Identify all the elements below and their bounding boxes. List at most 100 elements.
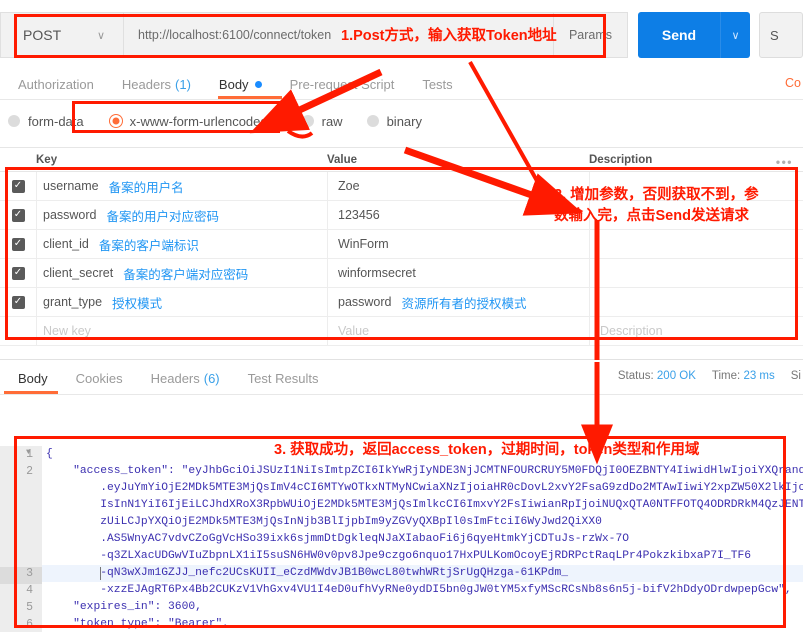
- row-checkbox[interactable]: ✓: [0, 237, 36, 251]
- row-key-annotation: 授权模式: [112, 296, 163, 311]
- tab-authorization-label: Authorization: [18, 76, 94, 92]
- table-row[interactable]: ✓ client_id 备案的客户端标识 WinForm: [0, 230, 803, 259]
- row-value-cell[interactable]: 123456: [327, 201, 589, 229]
- check-icon: ✓: [11, 266, 25, 280]
- radio-icon: [8, 115, 20, 127]
- column-header-value: Value: [327, 154, 358, 166]
- row-key-text: username: [43, 179, 99, 193]
- row-key-cell[interactable]: grant_type 授权模式: [36, 288, 327, 316]
- save-request-button[interactable]: S: [759, 12, 803, 58]
- code-link[interactable]: Co: [785, 76, 801, 90]
- tab-authorization[interactable]: Authorization: [4, 68, 108, 100]
- row-value-text: winformsecret: [338, 266, 416, 280]
- code-line-2c: IsInN1YiI6IjEiLCJhdXRoX3RpbWUiOjE2MDk5MT…: [46, 499, 803, 511]
- request-url-value: http://localhost:6100/connect/token: [138, 28, 332, 42]
- params-button[interactable]: Params: [554, 12, 628, 58]
- new-key-input[interactable]: New key: [36, 317, 327, 345]
- radio-binary[interactable]: binary: [359, 110, 430, 133]
- response-tab-body[interactable]: Body: [4, 363, 62, 393]
- row-value-cell[interactable]: winformsecret: [327, 259, 589, 287]
- time-value: 23 ms: [743, 370, 775, 382]
- row-checkbox[interactable]: ✓: [0, 295, 36, 309]
- row-description-cell[interactable]: [589, 259, 803, 287]
- table-footer-spacer: [0, 346, 803, 360]
- row-key-cell[interactable]: client_id 备案的客户端标识: [36, 230, 327, 258]
- code-line-2e: .AS5WnyAC7vdvCZoGgVcHSo39ixk6sjmmDtDgkle…: [46, 533, 630, 545]
- http-method-select[interactable]: POST ∨: [0, 12, 124, 58]
- time-group: Time: 23 ms: [712, 370, 775, 382]
- row-value-annotation: 资源所有者的授权模式: [401, 296, 527, 311]
- annotation-text-3: 3. 获取成功，返回access_token，过期时间，token类型和作用域: [274, 442, 700, 458]
- radio-x-www-form-urlencoded-label: x-www-form-urlencoded: [129, 113, 268, 129]
- row-key-annotation: 备案的客户端标识: [98, 238, 199, 253]
- line-number: 1: [26, 448, 33, 461]
- row-checkbox[interactable]: ✓: [0, 179, 36, 193]
- tab-pre-request-script-label: Pre-request Script: [289, 76, 395, 92]
- response-tab-cookies[interactable]: Cookies: [62, 363, 137, 393]
- check-icon: ✓: [11, 237, 25, 251]
- line-number: 5: [26, 601, 33, 614]
- tab-headers[interactable]: Headers (1): [108, 68, 205, 100]
- tab-body-label: Body: [218, 76, 249, 92]
- row-value-text: WinForm: [338, 237, 389, 251]
- line-number: 2: [26, 465, 33, 478]
- radio-x-www-form-urlencoded[interactable]: x-www-form-urlencoded: [102, 110, 276, 133]
- code-line-2b: .eyJuYmYiOjE2MDk5MTE3MjQsImV4cCI6MTYwOTk…: [46, 482, 803, 494]
- code-line-2f: -q3ZLXacUDGwVIuZbpnLX1iI5suSN6HW0v0pv8Jp…: [46, 550, 752, 562]
- code-line-2h: -xzzEJAgRT6Px4Bb2CUKzV1VhGxv4VU1I4eD0ufh…: [46, 584, 792, 596]
- row-key-cell[interactable]: password 备案的用户对应密码: [36, 201, 327, 229]
- check-icon: ✓: [11, 179, 25, 193]
- code-line-2: "access_token": "eyJhbGciOiJSUzI1NiIsImt…: [46, 465, 803, 477]
- row-value-text: 123456: [338, 208, 380, 222]
- row-value-text: password: [338, 295, 392, 309]
- tab-tests[interactable]: Tests: [408, 68, 466, 100]
- row-key-cell[interactable]: client_secret 备案的客户端对应密码: [36, 259, 327, 287]
- new-key-placeholder: New key: [43, 324, 91, 338]
- body-type-radio-group: form-data x-www-form-urlencoded raw bina…: [0, 105, 803, 137]
- line-number: 4: [26, 584, 33, 597]
- row-checkbox[interactable]: ✓: [0, 208, 36, 222]
- json-code-visible[interactable]: { "access_token": "eyJhbGciOiJSUzI1NiIsI…: [46, 446, 803, 632]
- time-label: Time:: [711, 370, 741, 382]
- code-line-3: "expires_in": 3600,: [46, 601, 202, 613]
- line-number-gutter: 1 2 3 4 5 6 ▼: [0, 446, 42, 632]
- new-description-input[interactable]: Description: [589, 317, 803, 345]
- code-line-1: {: [46, 448, 53, 460]
- row-value-text: Zoe: [338, 179, 360, 193]
- radio-raw[interactable]: raw: [294, 110, 351, 133]
- send-button[interactable]: Send: [638, 12, 720, 58]
- check-icon: ✓: [11, 295, 25, 309]
- row-value-cell[interactable]: WinForm: [327, 230, 589, 258]
- row-key-text: client_secret: [43, 266, 114, 280]
- table-row[interactable]: ✓ client_secret 备案的客户端对应密码 winformsecret: [0, 259, 803, 288]
- table-row-new[interactable]: New key Value Description: [0, 317, 803, 346]
- tab-pre-request-script[interactable]: Pre-request Script: [276, 68, 409, 100]
- fold-arrow-icon[interactable]: ▼: [26, 448, 31, 457]
- annotation-text-1: 1.Post方式，输入获取Token地址: [341, 28, 557, 44]
- radio-form-data[interactable]: form-data: [0, 110, 92, 133]
- radio-form-data-label: form-data: [28, 113, 84, 129]
- row-description-cell[interactable]: [589, 288, 803, 316]
- radio-icon: [301, 115, 314, 127]
- table-row[interactable]: ✓ grant_type 授权模式 password 资源所有者的授权模式: [0, 288, 803, 317]
- row-key-cell[interactable]: username 备案的用户名: [36, 172, 327, 200]
- row-value-cell[interactable]: Zoe: [327, 172, 589, 200]
- radio-binary-label: binary: [386, 113, 422, 129]
- send-options-chevron-icon[interactable]: ∨: [720, 12, 750, 58]
- code-line-2d: zUiLCJpYXQiOjE2MDk5MTE3MjQsInNjb3BlIjpbI…: [46, 516, 602, 528]
- radio-selected-icon: [109, 115, 122, 127]
- row-checkbox[interactable]: ✓: [0, 266, 36, 280]
- response-tab-headers[interactable]: Headers (6): [137, 363, 234, 393]
- table-options-icon[interactable]: •••: [776, 155, 793, 169]
- row-value-cell[interactable]: password 资源所有者的授权模式: [327, 288, 589, 316]
- tab-headers-count: (1): [175, 76, 191, 92]
- row-description-cell[interactable]: [589, 230, 803, 258]
- response-body-viewer[interactable]: 1 2 3 4 5 6 ▼ { "access_token": "eyJhbGc…: [0, 446, 803, 632]
- response-tab-test-results[interactable]: Test Results: [234, 363, 333, 393]
- new-value-input[interactable]: Value: [327, 317, 589, 345]
- check-icon: ✓: [11, 208, 25, 222]
- new-value-placeholder: Value: [338, 324, 370, 338]
- tab-tests-label: Tests: [422, 76, 453, 92]
- row-key-annotation: 备案的客户端对应密码: [123, 267, 249, 282]
- row-key-text: password: [43, 208, 97, 222]
